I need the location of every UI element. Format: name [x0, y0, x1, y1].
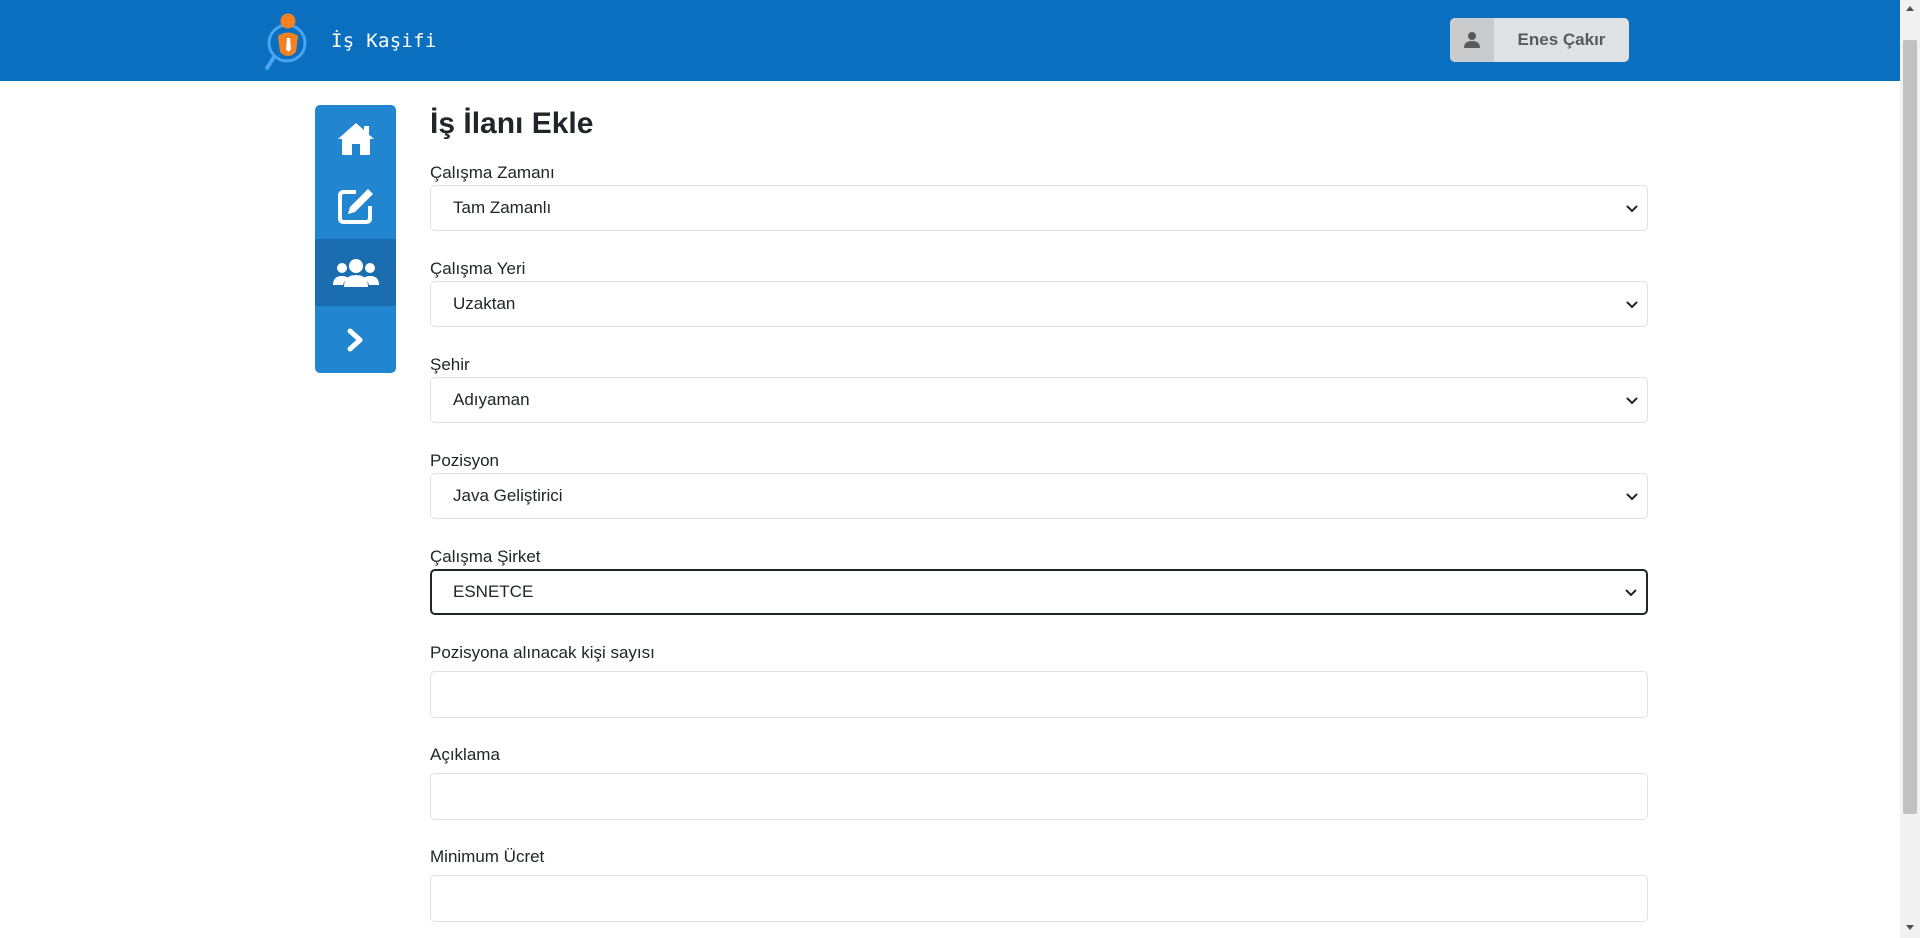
company-value: ESNETCE [453, 582, 534, 601]
description-input[interactable] [430, 773, 1648, 820]
working-time-value: Tam Zamanlı [453, 198, 552, 217]
description-label: Açıklama [430, 745, 500, 764]
working-place-value: Uzaktan [453, 294, 516, 313]
working-time-select[interactable]: Tam Zamanlı [430, 185, 1648, 231]
user-name: Enes Çakır [1517, 30, 1606, 49]
position-value: Java Geliştirici [453, 486, 563, 505]
chevron-down-icon [1626, 301, 1638, 309]
city-label: Şehir [430, 355, 470, 374]
scroll-up-icon[interactable] [1905, 4, 1915, 12]
open-positions-input[interactable] [430, 671, 1648, 718]
page: İş Kaşifi Enes Çakır İş İlanı Ekle Çalış… [0, 0, 1920, 938]
open-positions-label: Pozisyona alınacak kişi sayısı [430, 643, 655, 662]
sidebar-item-users[interactable] [315, 239, 396, 306]
scrollbar-thumb[interactable] [1903, 40, 1917, 814]
chevron-down-icon [1626, 397, 1638, 405]
brand[interactable]: İş Kaşifi [265, 12, 437, 70]
description-field: Açıklama [430, 745, 1648, 820]
sidebar-item-edit[interactable] [315, 172, 396, 239]
open-positions-field: Pozisyona alınacak kişi sayısı [430, 643, 1648, 718]
working-time-field: Çalışma Zamanı Tam Zamanlı [430, 163, 1648, 231]
job-posting-form: İş İlanı Ekle Çalışma Zamanı Tam Zamanlı… [430, 102, 1648, 922]
top-navbar: İş Kaşifi Enes Çakır [0, 0, 1900, 81]
chevron-right-icon [347, 328, 362, 351]
sidebar-menu [315, 105, 396, 373]
working-place-select[interactable]: Uzaktan [430, 281, 1648, 327]
city-value: Adıyaman [453, 390, 530, 409]
min-salary-label: Minimum Ücret [430, 847, 545, 866]
magnifier-person-logo-icon [265, 12, 313, 70]
chevron-down-icon [1626, 205, 1638, 213]
edit-icon [337, 188, 373, 224]
city-field: Şehir Adıyaman [430, 355, 1648, 423]
company-select[interactable]: ESNETCE [430, 569, 1648, 615]
chevron-down-icon [1626, 493, 1638, 501]
page-title: İş İlanı Ekle [430, 107, 594, 140]
sidebar-item-next[interactable] [315, 306, 396, 373]
working-place-field: Çalışma Yeri Uzaktan [430, 259, 1648, 327]
brand-name: İş Kaşifi [331, 30, 437, 52]
sidebar-item-home[interactable] [315, 105, 396, 172]
min-salary-input[interactable] [430, 875, 1648, 922]
position-label: Pozisyon [430, 451, 499, 470]
working-time-label: Çalışma Zamanı [430, 163, 555, 182]
chevron-down-icon [1625, 589, 1637, 597]
city-select[interactable]: Adıyaman [430, 377, 1648, 423]
home-icon [337, 122, 374, 155]
page-scrollbar[interactable] [1900, 0, 1920, 938]
position-field: Pozisyon Java Geliştirici [430, 451, 1648, 519]
working-place-label: Çalışma Yeri [430, 259, 526, 278]
min-salary-field: Minimum Ücret [430, 847, 1648, 922]
user-menu-button[interactable]: Enes Çakır [1450, 18, 1629, 62]
user-icon [1450, 18, 1494, 62]
position-select[interactable]: Java Geliştirici [430, 473, 1648, 519]
scroll-down-icon[interactable] [1905, 924, 1915, 932]
company-label: Çalışma Şirket [430, 547, 541, 566]
company-field: Çalışma Şirket ESNETCE [430, 547, 1648, 615]
users-icon [332, 258, 379, 287]
